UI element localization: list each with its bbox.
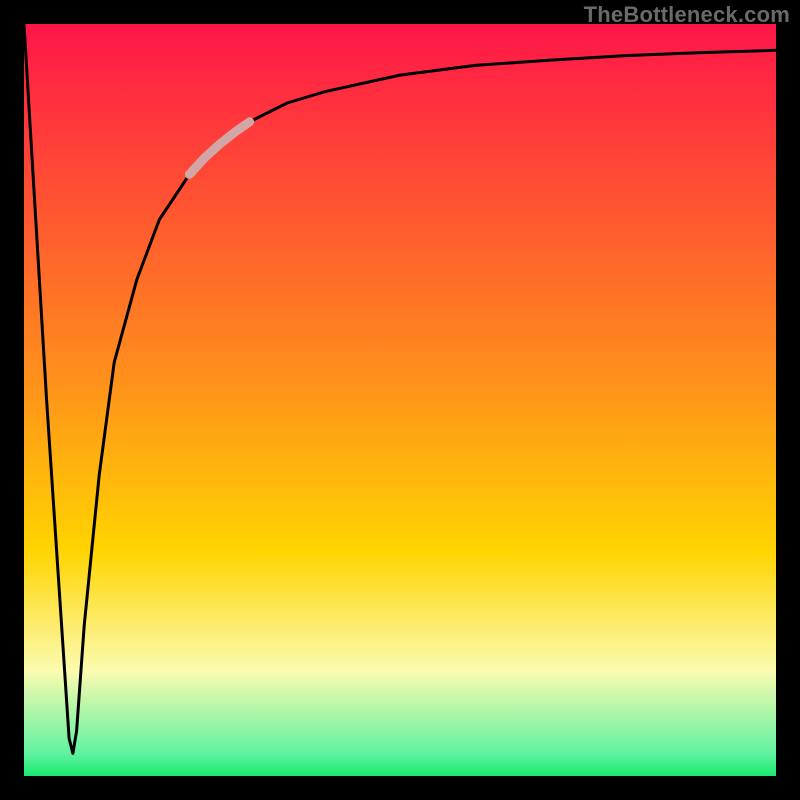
watermark-text: TheBottleneck.com (584, 2, 790, 28)
plot-area (24, 24, 776, 776)
plot-svg (24, 24, 776, 776)
chart-frame: TheBottleneck.com (0, 0, 800, 800)
gradient-bg (24, 24, 776, 776)
